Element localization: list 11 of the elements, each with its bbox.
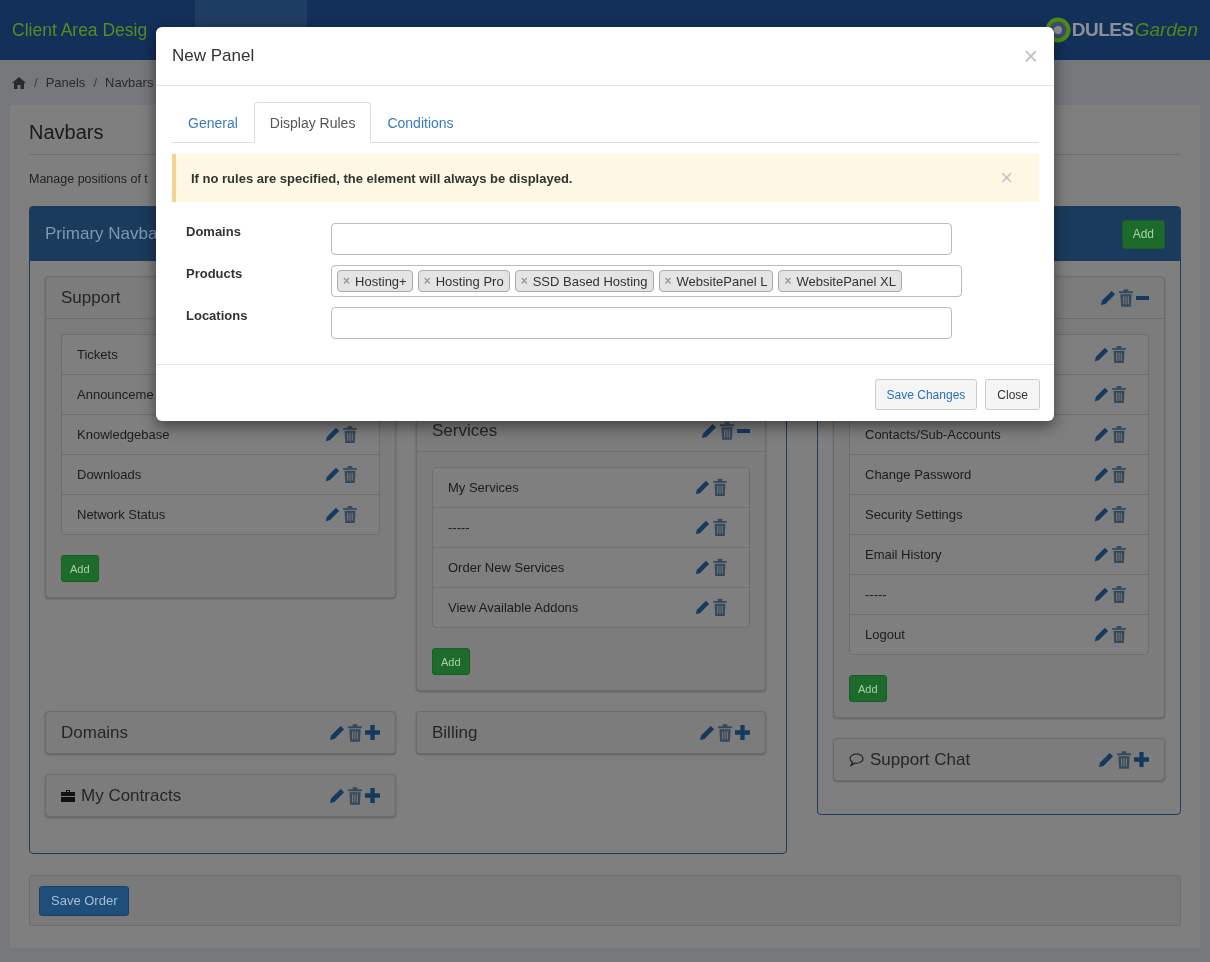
field-label: Products bbox=[185, 265, 244, 283]
app-title: Client Area Desig bbox=[11, 19, 149, 41]
field-label: Locations bbox=[185, 307, 249, 325]
breadcrumb-separator: / bbox=[34, 75, 38, 90]
page-description: Manage positions of t bbox=[29, 172, 148, 186]
alert-text: If no rules are specified, the element will always be displayed. bbox=[191, 170, 573, 186]
logo-text: Garden bbox=[1134, 19, 1198, 41]
logo-text: DULES bbox=[1071, 19, 1134, 41]
field-label: Domains bbox=[185, 223, 242, 241]
dialog-title: New Panel bbox=[172, 46, 255, 66]
breadcrumb-separator: / bbox=[93, 75, 97, 90]
